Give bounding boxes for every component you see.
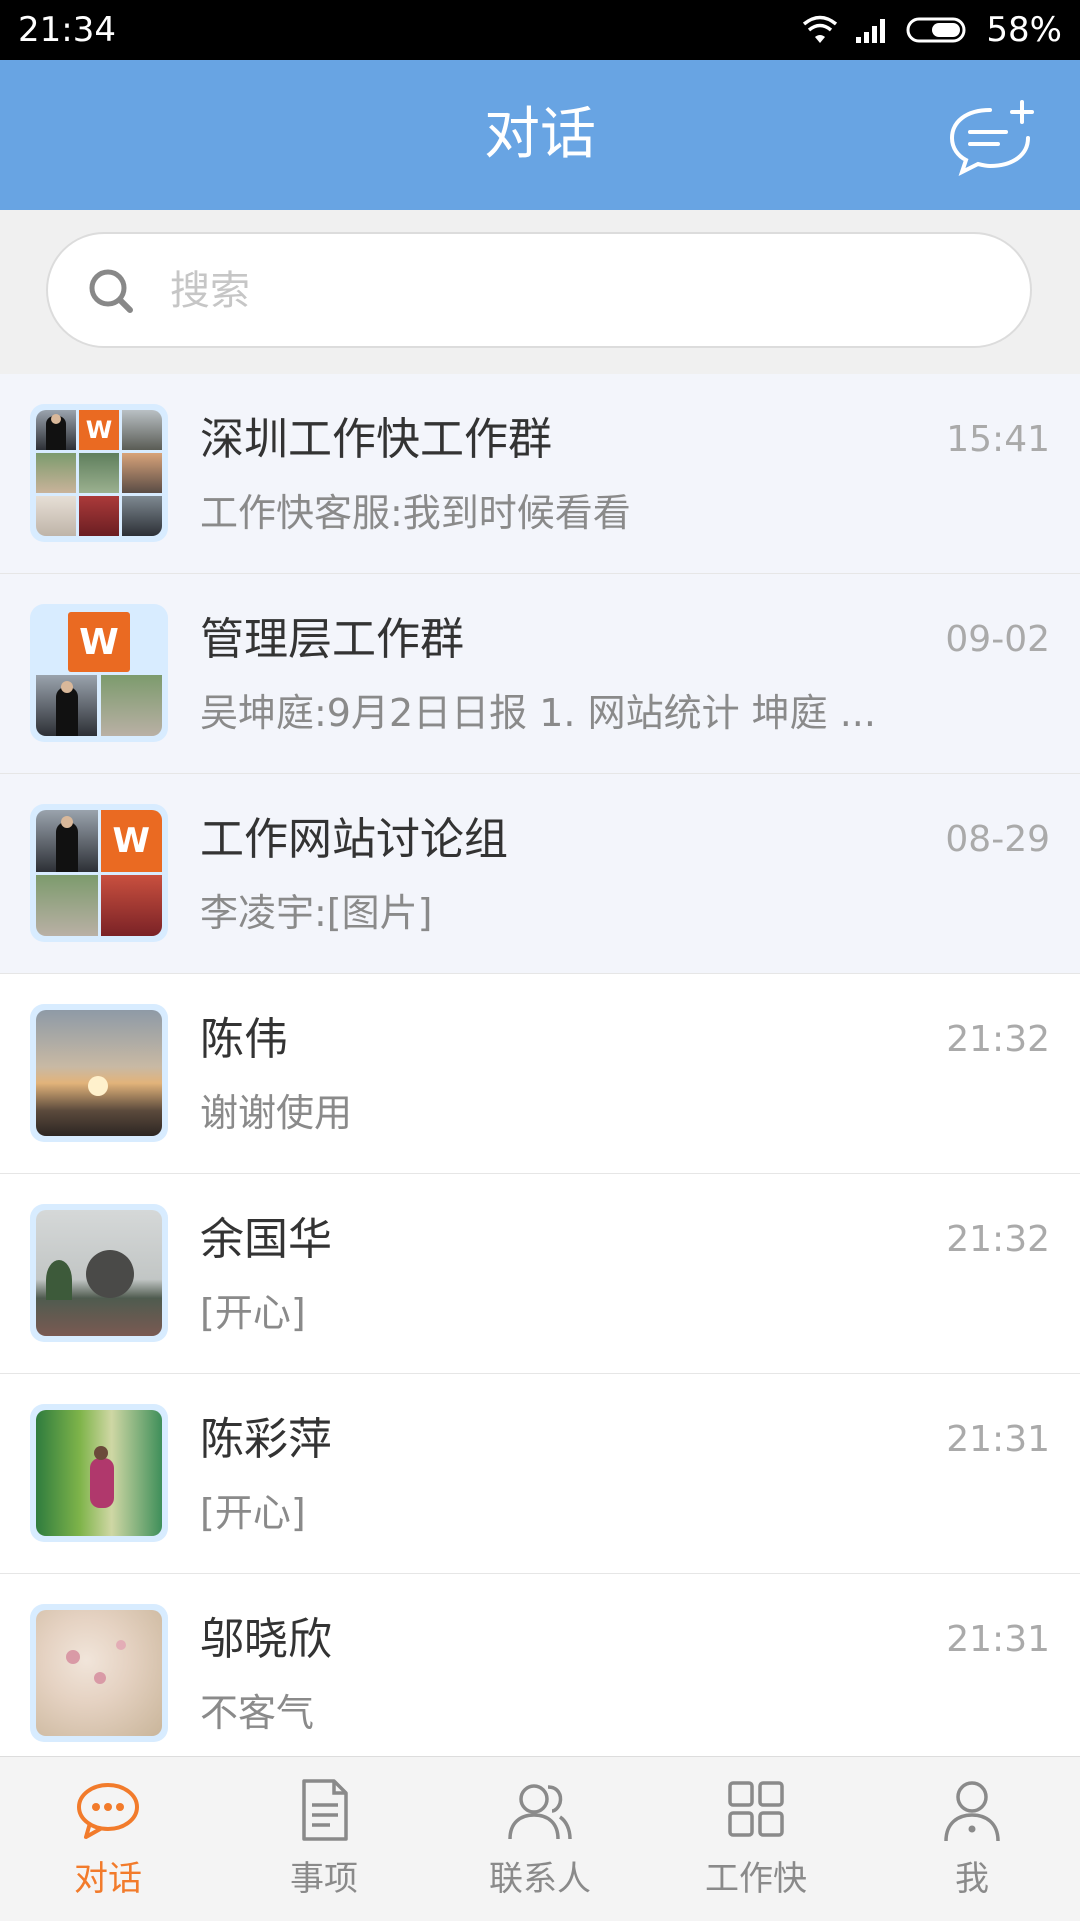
battery-icon <box>906 17 966 43</box>
tab-workspace[interactable]: 工作快 <box>648 1757 864 1921</box>
user-avatar <box>30 1404 168 1542</box>
search-area <box>0 210 1080 374</box>
conversation-preview: 谢谢使用 <box>200 1091 353 1135</box>
conversation-time: 08-29 <box>945 819 1050 860</box>
profile-icon <box>944 1781 1000 1842</box>
conversation-name: 陈彩萍 <box>200 1414 332 1465</box>
search-box[interactable] <box>46 232 1032 348</box>
conversation-preview: [开心] <box>200 1291 306 1335</box>
conversation-name: 工作网站讨论组 <box>200 814 508 865</box>
search-icon <box>89 269 133 313</box>
conversation-item[interactable]: 余国华 21:32 [开心] <box>0 1174 1080 1374</box>
conversation-time: 09-02 <box>945 619 1050 660</box>
tab-label: 对话 <box>74 1859 142 1899</box>
conversation-item[interactable]: 陈伟 21:32 谢谢使用 <box>0 974 1080 1174</box>
conversation-preview: 不客气 <box>200 1691 315 1735</box>
tab-contacts[interactable]: 联系人 <box>432 1757 648 1921</box>
battery-percent: 58% <box>986 10 1062 50</box>
signal-icon <box>856 19 886 43</box>
user-avatar <box>30 1004 168 1142</box>
contacts-icon <box>508 1784 572 1840</box>
wifi-icon <box>803 15 838 43</box>
conversation-item[interactable]: 邬晓欣 21:31 不客气 <box>0 1574 1080 1774</box>
new-chat-button[interactable] <box>944 96 1040 176</box>
group-avatar: W <box>30 804 168 942</box>
search-input[interactable] <box>168 234 992 348</box>
conversation-name: 管理层工作群 <box>200 614 464 665</box>
tab-chat[interactable]: 对话 <box>0 1757 216 1921</box>
conversation-list: W 深圳工作快工作群 15:41 工作快客服:我到时候看看 W 管理层工作群 0… <box>0 374 1080 1774</box>
conversation-item[interactable]: W 工作网站讨论组 08-29 李凌宇:[图片] <box>0 774 1080 974</box>
group-avatar: W <box>30 404 168 542</box>
conversation-item[interactable]: 陈彩萍 21:31 [开心] <box>0 1374 1080 1574</box>
conversation-name: 邬晓欣 <box>200 1614 332 1665</box>
tab-me[interactable]: 我 <box>864 1757 1080 1921</box>
conversation-time: 21:31 <box>946 1619 1050 1660</box>
conversation-time: 15:41 <box>946 419 1050 460</box>
new-chat-icon <box>949 100 1034 176</box>
user-avatar <box>30 1204 168 1342</box>
page-title: 对话 <box>484 102 596 167</box>
conversation-item[interactable]: W 深圳工作快工作群 15:41 工作快客服:我到时候看看 <box>0 374 1080 574</box>
chat-bubble-icon <box>77 1783 139 1839</box>
user-avatar <box>30 1604 168 1742</box>
tab-label: 工作快 <box>705 1859 807 1899</box>
conversation-item[interactable]: W 管理层工作群 09-02 吴坤庭:9月2日日报 1. 网站统计 坤庭 ... <box>0 574 1080 774</box>
conversation-name: 余国华 <box>200 1214 332 1265</box>
conversation-time: 21:32 <box>946 1219 1050 1260</box>
conversation-preview: 李凌宇:[图片] <box>200 891 433 935</box>
conversation-preview: [开心] <box>200 1491 306 1535</box>
conversation-time: 21:32 <box>946 1019 1050 1060</box>
status-bar: 21:34 58% <box>0 0 1080 60</box>
tab-label: 事项 <box>290 1859 358 1899</box>
group-avatar: W <box>30 604 168 742</box>
conversation-time: 21:31 <box>946 1419 1050 1460</box>
conversation-name: 陈伟 <box>200 1014 288 1065</box>
tab-tasks[interactable]: 事项 <box>216 1757 432 1921</box>
app-header: 对话 <box>0 60 1080 210</box>
bottom-tab-bar: 对话 事项 联系人 工作快 我 <box>0 1756 1080 1921</box>
conversation-name: 深圳工作快工作群 <box>200 414 552 465</box>
tab-label: 我 <box>955 1859 989 1899</box>
tab-label: 联系人 <box>489 1859 591 1899</box>
apps-grid-icon <box>728 1781 784 1837</box>
conversation-preview: 吴坤庭:9月2日日报 1. 网站统计 坤庭 ... <box>200 691 876 735</box>
status-icons: 58% <box>802 8 1062 52</box>
document-icon <box>302 1779 348 1841</box>
conversation-preview: 工作快客服:我到时候看看 <box>200 491 631 535</box>
company-logo: W <box>68 612 130 672</box>
status-time: 21:34 <box>18 10 116 50</box>
